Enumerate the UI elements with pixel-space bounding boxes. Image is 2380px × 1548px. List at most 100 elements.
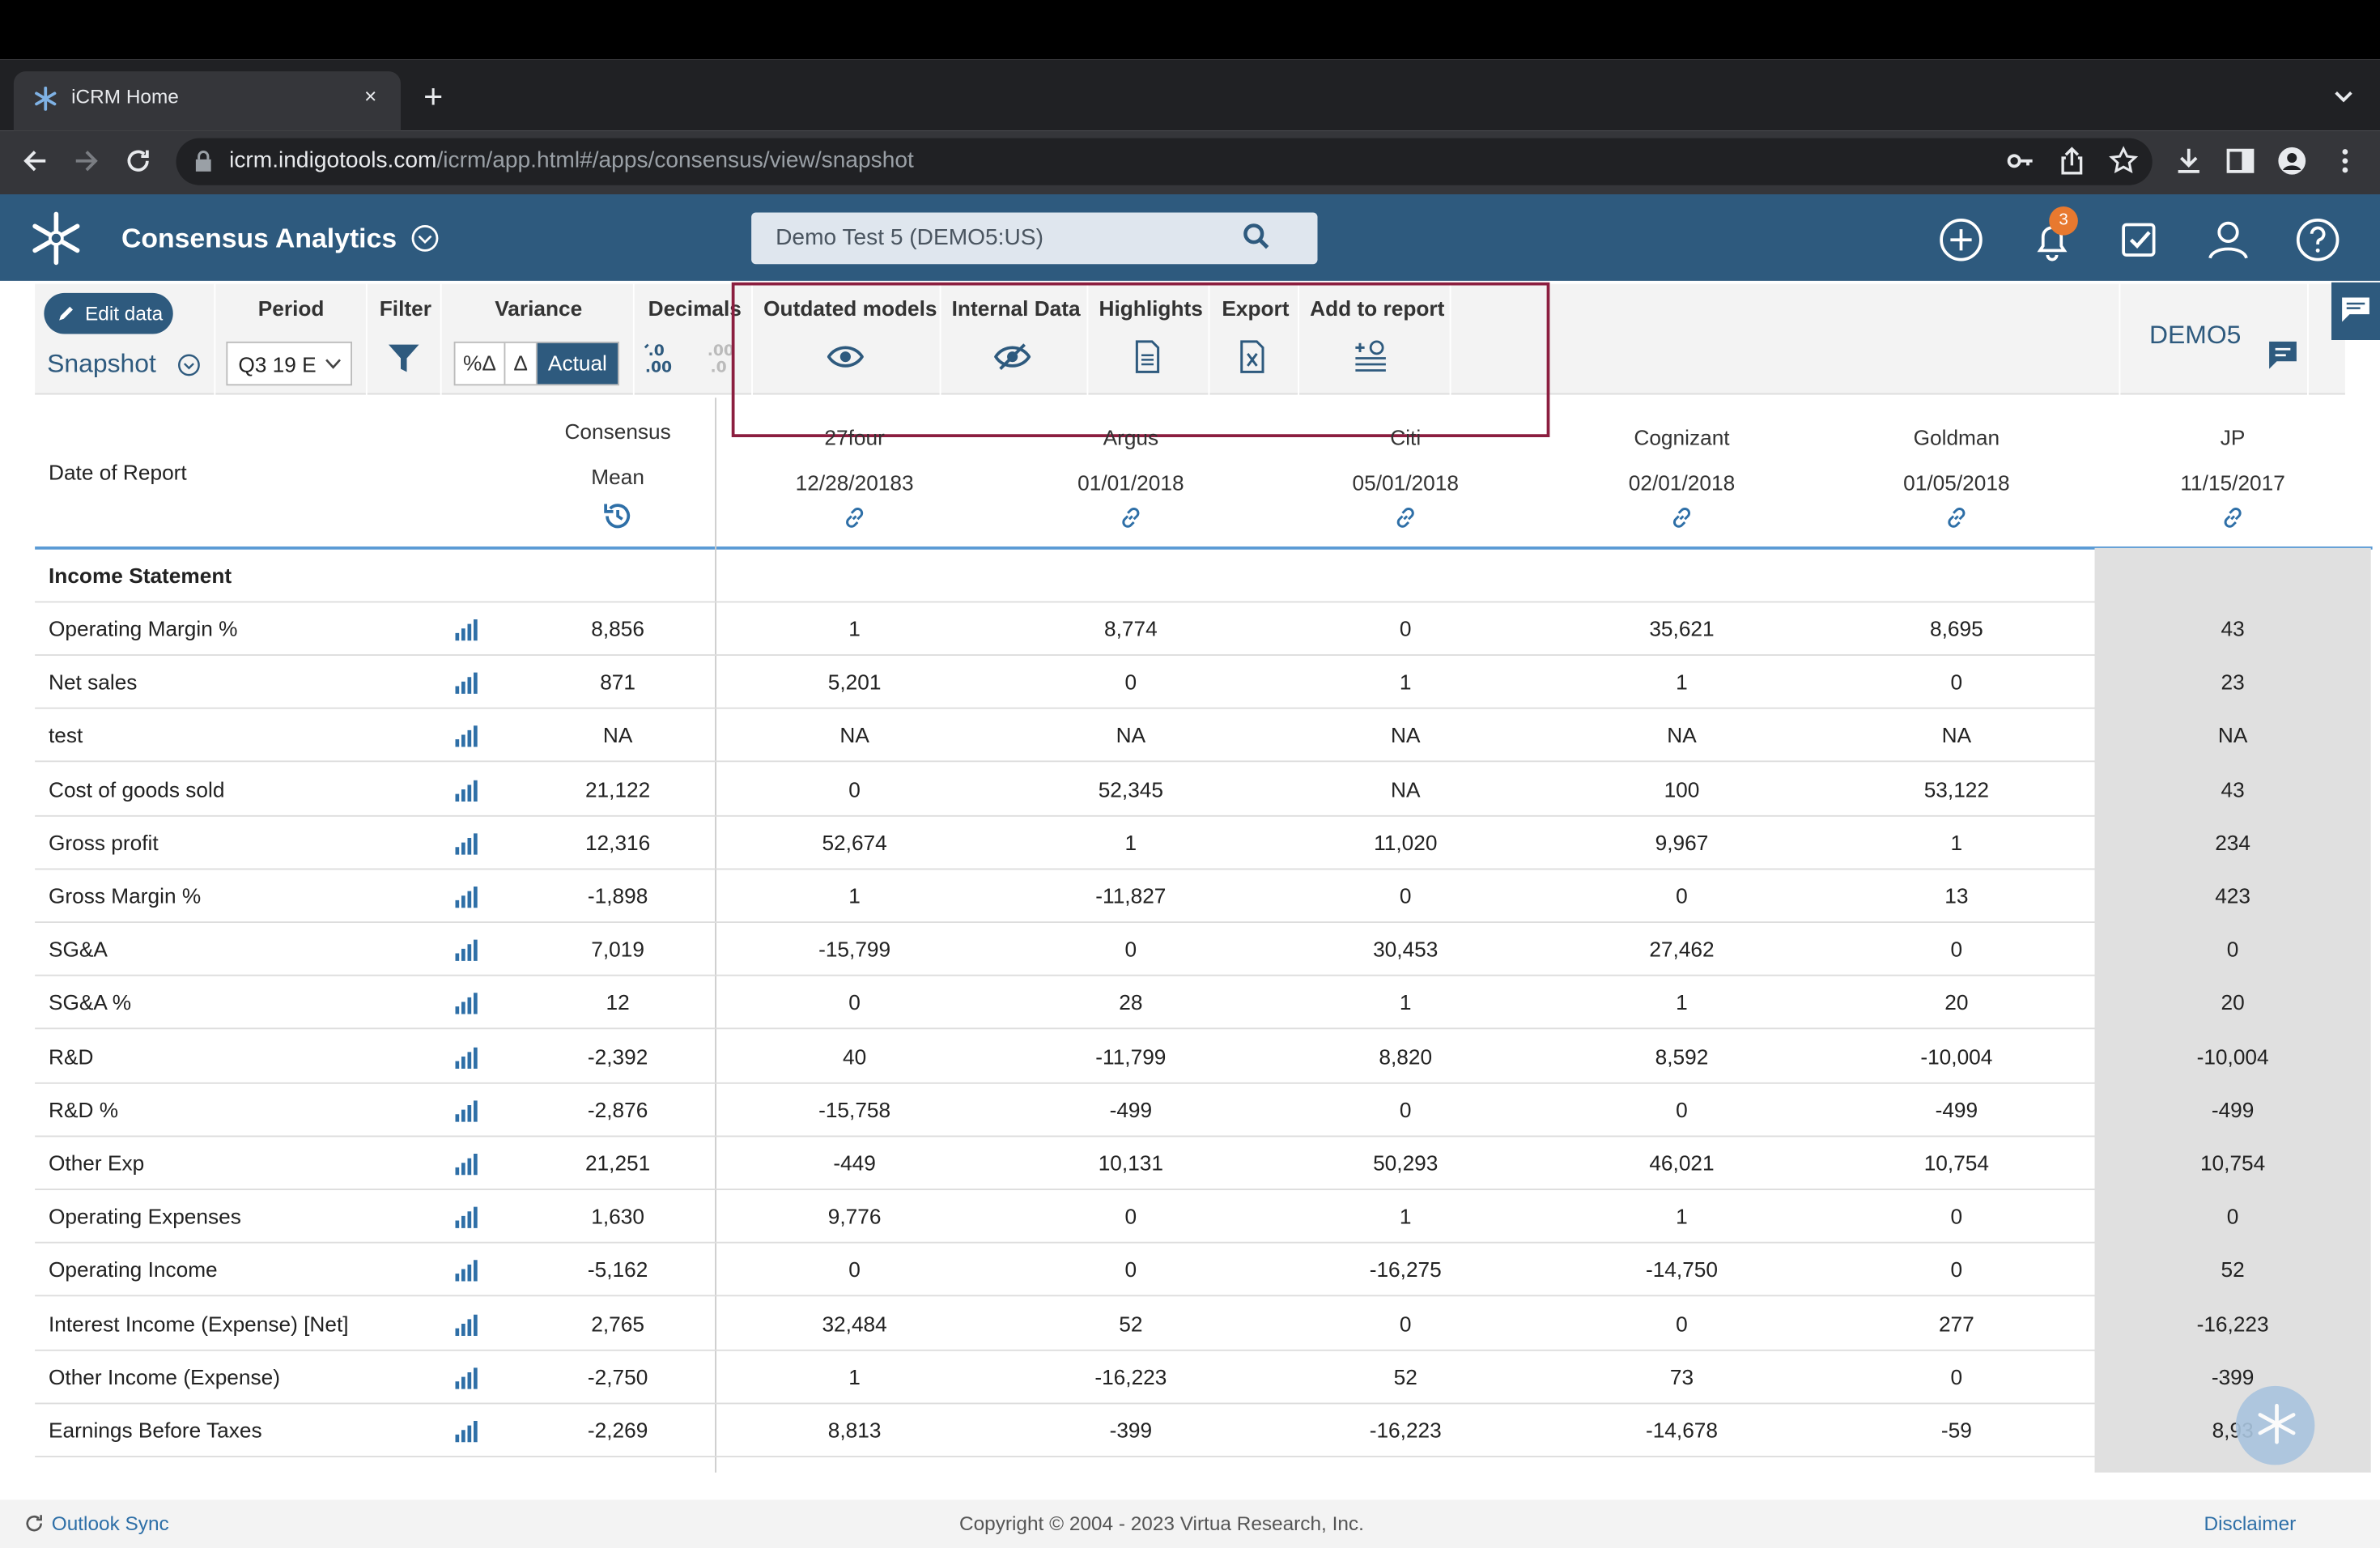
estimate-cell[interactable]: 10,131	[1039, 1150, 1222, 1175]
link-icon[interactable]	[843, 505, 867, 529]
estimate-cell[interactable]: 0	[1865, 937, 2047, 961]
estimate-cell[interactable]: 0	[763, 1257, 946, 1282]
key-icon[interactable]	[2005, 146, 2036, 176]
link-icon[interactable]	[1393, 505, 1417, 529]
estimate-cell[interactable]: 0	[1865, 1365, 2047, 1389]
estimate-cell[interactable]: NA	[2142, 723, 2324, 747]
sync-icon[interactable]	[24, 1513, 44, 1533]
estimate-cell[interactable]: 9,967	[1591, 831, 1773, 855]
estimate-cell[interactable]: 50,293	[1315, 1150, 1497, 1175]
app-logo-icon[interactable]	[29, 211, 84, 266]
estimate-cell[interactable]: 1	[1039, 831, 1222, 855]
estimate-cell[interactable]: -449	[763, 1150, 946, 1175]
bar-chart-icon[interactable]	[454, 1367, 478, 1391]
estimate-cell[interactable]: NA	[763, 723, 946, 747]
estimate-cell[interactable]: 53,122	[1865, 777, 2047, 802]
estimate-cell[interactable]: 8,592	[1591, 1044, 1773, 1069]
estimate-cell[interactable]: 52,345	[1039, 777, 1222, 802]
estimate-cell[interactable]: -399	[2142, 1365, 2324, 1389]
estimate-cell[interactable]: -59	[1865, 1418, 2047, 1442]
tasks-check-icon[interactable]	[2116, 217, 2161, 262]
variance-percent-delta[interactable]: %Δ	[456, 342, 506, 385]
back-arrow-icon[interactable]	[19, 144, 52, 177]
estimate-cell[interactable]: NA	[1315, 777, 1497, 802]
bar-chart-icon[interactable]	[454, 1206, 478, 1230]
bar-chart-icon[interactable]	[454, 885, 478, 909]
link-icon[interactable]	[1670, 505, 1694, 529]
bar-chart-icon[interactable]	[454, 671, 478, 695]
estimate-cell[interactable]: 234	[2142, 831, 2324, 855]
estimate-cell[interactable]: 52	[1039, 1312, 1222, 1336]
comments-panel-tab[interactable]	[2331, 282, 2380, 340]
estimate-cell[interactable]: 0	[2142, 1204, 2324, 1228]
estimate-cell[interactable]: 13	[1865, 883, 2047, 908]
estimate-cell[interactable]: 1	[1315, 670, 1497, 694]
chevron-down-icon[interactable]	[2333, 85, 2354, 106]
estimate-cell[interactable]: 0	[2142, 937, 2324, 961]
estimate-cell[interactable]: 43	[2142, 616, 2324, 640]
estimate-cell[interactable]: 73	[1591, 1365, 1773, 1389]
estimate-cell[interactable]: 40	[763, 1044, 946, 1069]
estimate-cell[interactable]: 0	[1315, 616, 1497, 640]
assistant-fab[interactable]	[2235, 1385, 2315, 1465]
reload-icon[interactable]	[121, 144, 155, 177]
link-icon[interactable]	[1944, 505, 1969, 529]
chevron-circle-icon[interactable]	[411, 224, 439, 253]
estimate-cell[interactable]: 277	[1865, 1312, 2047, 1336]
estimate-cell[interactable]: 27,462	[1591, 937, 1773, 961]
estimate-cell[interactable]: 1	[1315, 990, 1497, 1014]
filter-funnel-icon[interactable]	[385, 340, 422, 376]
comment-icon[interactable]	[2265, 337, 2301, 373]
link-icon[interactable]	[1119, 505, 1143, 529]
estimate-cell[interactable]: 52	[1315, 1365, 1497, 1389]
estimate-cell[interactable]: -11,827	[1039, 883, 1222, 908]
estimate-cell[interactable]: 0	[1591, 883, 1773, 908]
estimate-cell[interactable]: -11,799	[1039, 1044, 1222, 1069]
estimate-cell[interactable]: 100	[1591, 777, 1773, 802]
estimate-cell[interactable]: 46,021	[1591, 1150, 1773, 1175]
search-icon[interactable]	[1242, 222, 1273, 253]
new-tab-button[interactable]: +	[423, 79, 443, 116]
estimate-cell[interactable]: 0	[1315, 883, 1497, 908]
history-icon[interactable]	[601, 500, 635, 533]
estimate-cell[interactable]: NA	[1865, 723, 2047, 747]
estimate-cell[interactable]: 1	[1315, 1204, 1497, 1228]
estimate-cell[interactable]: 9,776	[763, 1204, 946, 1228]
add-icon[interactable]	[1938, 217, 1983, 262]
variance-actual[interactable]: Actual	[537, 342, 618, 385]
estimate-cell[interactable]: -499	[2142, 1098, 2324, 1122]
estimate-cell[interactable]: -15,758	[763, 1098, 946, 1122]
estimate-cell[interactable]: -499	[1865, 1098, 2047, 1122]
estimate-cell[interactable]: 0	[1865, 1257, 2047, 1282]
bar-chart-icon[interactable]	[454, 991, 478, 1015]
estimate-cell[interactable]: 8,813	[763, 1418, 946, 1442]
estimate-cell[interactable]: -399	[1039, 1418, 1222, 1442]
browser-menu-icon[interactable]	[2330, 146, 2361, 176]
bookmark-star-icon[interactable]	[2108, 146, 2139, 176]
bar-chart-icon[interactable]	[454, 618, 478, 642]
variance-delta[interactable]: Δ	[505, 342, 538, 385]
estimate-cell[interactable]: -14,678	[1591, 1418, 1773, 1442]
estimate-cell[interactable]: -16,223	[2142, 1312, 2324, 1336]
estimate-cell[interactable]: 5,201	[763, 670, 946, 694]
bar-chart-icon[interactable]	[454, 832, 478, 857]
estimate-cell[interactable]: 32,484	[763, 1312, 946, 1336]
estimate-cell[interactable]: -14,750	[1591, 1257, 1773, 1282]
bar-chart-icon[interactable]	[454, 724, 478, 748]
download-icon[interactable]	[2174, 146, 2204, 176]
outlook-sync-link[interactable]: Outlook Sync	[52, 1512, 169, 1535]
estimate-cell[interactable]: NA	[1315, 723, 1497, 747]
user-icon[interactable]	[2205, 217, 2250, 262]
link-icon[interactable]	[2221, 505, 2245, 529]
estimate-cell[interactable]: 1	[1865, 831, 2047, 855]
estimate-cell[interactable]: -16,223	[1039, 1365, 1222, 1389]
estimate-cell[interactable]: 0	[1315, 1312, 1497, 1336]
increase-decimals-icon[interactable]: .0.00	[642, 338, 678, 375]
estimate-cell[interactable]: 20	[1865, 990, 2047, 1014]
estimate-cell[interactable]: NA	[1591, 723, 1773, 747]
estimate-cell[interactable]: 0	[1591, 1098, 1773, 1122]
bar-chart-icon[interactable]	[454, 1313, 478, 1337]
view-selector[interactable]: Snapshot	[47, 349, 156, 380]
estimate-cell[interactable]: 23	[2142, 670, 2324, 694]
estimate-cell[interactable]: 8,695	[1865, 616, 2047, 640]
